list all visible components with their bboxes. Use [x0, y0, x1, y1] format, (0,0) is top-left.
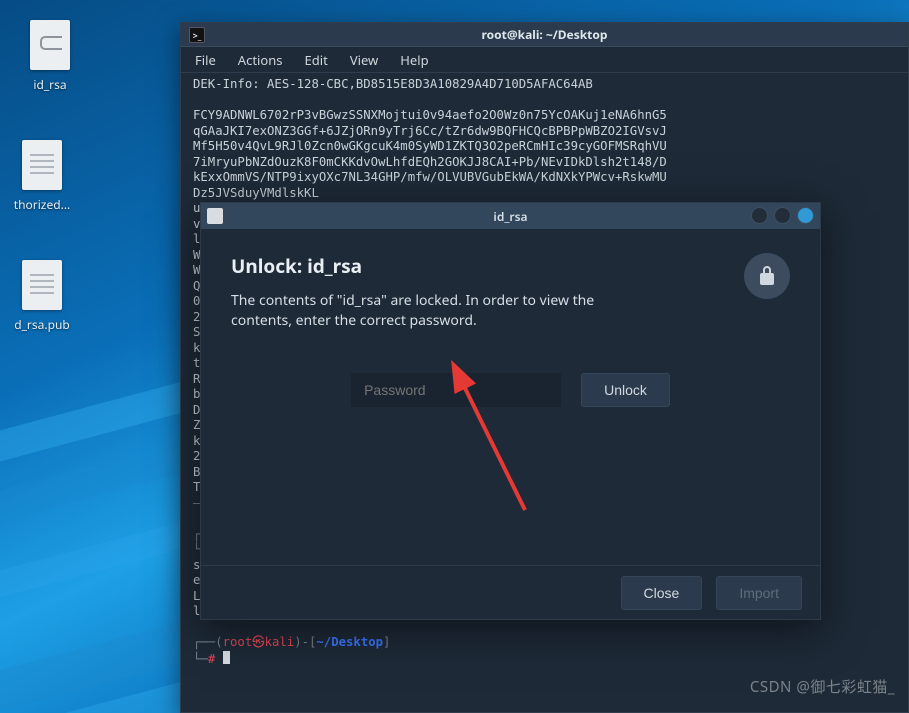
file-label: thorized...: [2, 196, 82, 213]
menu-edit[interactable]: Edit: [305, 51, 328, 69]
password-row: Unlock: [231, 373, 790, 407]
dialog-footer: Close Import: [201, 565, 820, 619]
window-buttons: [751, 207, 814, 224]
dek-line: DEK-Info: AES-128-CBC,BD8515E8D3A10829A4…: [193, 77, 593, 91]
dialog-title-text: id_rsa: [493, 208, 527, 225]
desktop-file-id-rsa[interactable]: id_rsa: [10, 20, 90, 93]
terminal-titlebar[interactable]: >_ root@kali: ~/Desktop: [181, 23, 908, 47]
dialog-message: The contents of "id_rsa" are locked. In …: [231, 291, 621, 331]
file-icon: [22, 260, 62, 310]
terminal-menubar: File Actions Edit View Help: [181, 47, 908, 73]
menu-help[interactable]: Help: [400, 51, 428, 69]
terminal-app-icon: >_: [189, 27, 205, 43]
dialog-heading: Unlock: id_rsa: [231, 253, 790, 279]
unlock-dialog: id_rsa Unlock: id_rsa The contents of "i…: [200, 202, 821, 620]
password-input[interactable]: [351, 373, 561, 407]
import-button[interactable]: Import: [716, 576, 802, 610]
menu-actions[interactable]: Actions: [238, 51, 283, 69]
terminal-title-text: root@kali: ~/Desktop: [482, 26, 608, 43]
desktop-file-authorized[interactable]: thorized...: [2, 140, 82, 213]
menu-file[interactable]: File: [195, 51, 216, 69]
menu-view[interactable]: View: [350, 51, 378, 69]
file-icon: [30, 20, 70, 70]
watermark: CSDN @御七彩虹猫_: [750, 676, 895, 697]
close-button[interactable]: [797, 207, 814, 224]
unlock-button[interactable]: Unlock: [581, 373, 670, 407]
terminal-cursor: [223, 651, 230, 664]
file-label: id_rsa: [10, 76, 90, 93]
file-label: d_rsa.pub: [2, 316, 82, 333]
close-footer-button[interactable]: Close: [621, 576, 703, 610]
lock-icon: [744, 253, 790, 299]
desktop-file-id-rsa-pub[interactable]: d_rsa.pub: [2, 260, 82, 333]
dialog-body: Unlock: id_rsa The contents of "id_rsa" …: [201, 229, 820, 565]
file-icon: [22, 140, 62, 190]
minimize-button[interactable]: [751, 207, 768, 224]
maximize-button[interactable]: [774, 207, 791, 224]
rsa-block: FCY9ADNWL6702rP3vBGwzSSNXMojtui0v94aefo2…: [193, 108, 667, 184]
dialog-titlebar[interactable]: id_rsa: [201, 203, 820, 229]
dialog-icon: [207, 208, 223, 224]
